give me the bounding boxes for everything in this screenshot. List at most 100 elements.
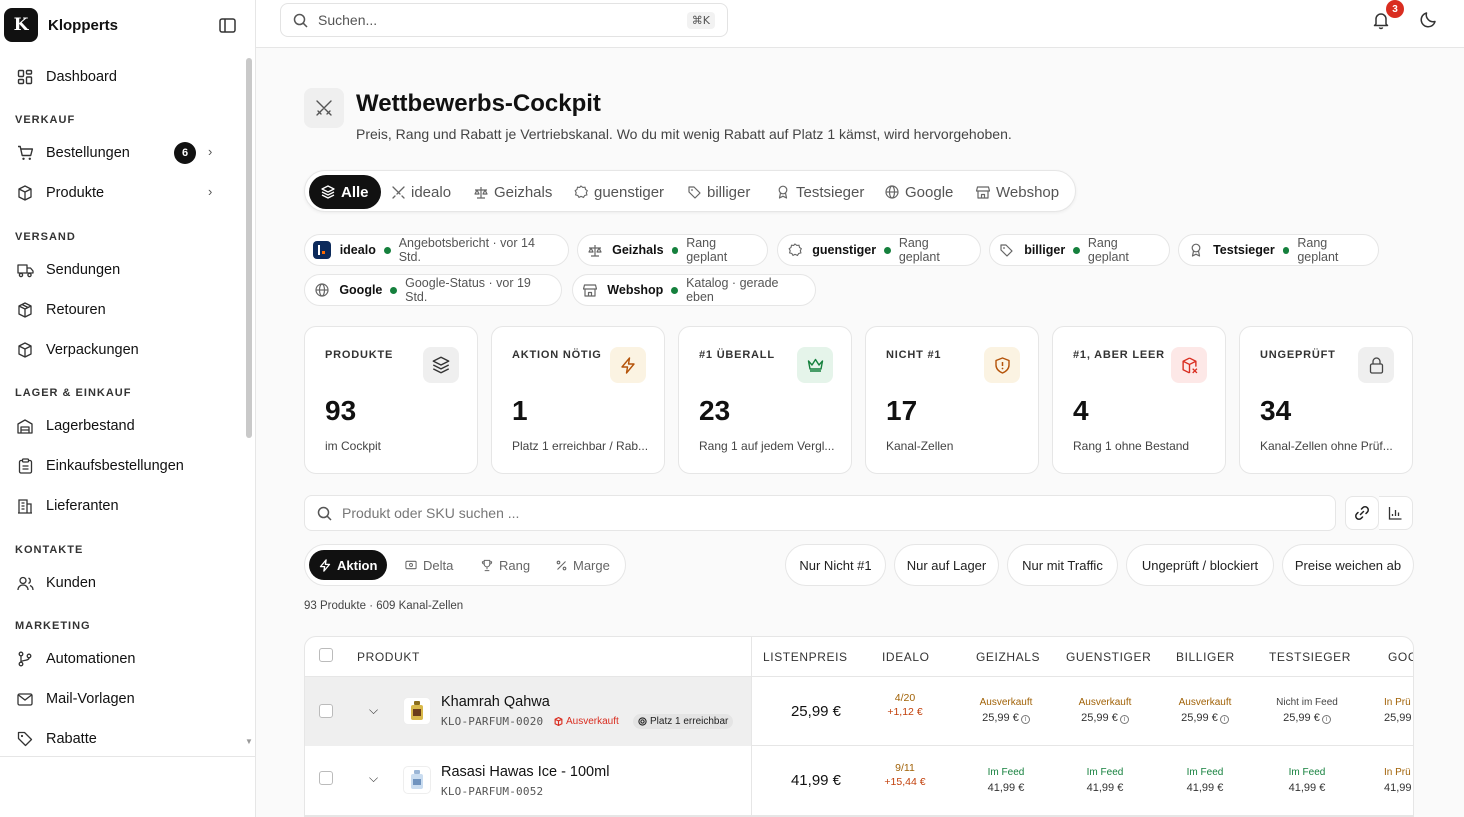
- sidebar-item-verpackungen[interactable]: Verpackungen: [4, 333, 232, 367]
- status-dot: [1282, 246, 1290, 254]
- filter-nur-auf-lager[interactable]: Nur auf Lager: [894, 544, 999, 586]
- tab-idealo[interactable]: idealo: [379, 175, 463, 209]
- chart-view-button[interactable]: [1379, 496, 1413, 530]
- sidebar-item-kunden[interactable]: Kunden: [4, 566, 232, 600]
- row-checkbox[interactable]: [319, 771, 333, 785]
- sidebar-scrollbar-thumb[interactable]: [246, 58, 252, 438]
- brand[interactable]: K Klopperts: [4, 8, 118, 42]
- page-icon: [304, 88, 344, 128]
- cell-testsieger[interactable]: Im Feed 41,99 €: [1262, 762, 1352, 794]
- sidebar-item-sendungen[interactable]: Sendungen: [4, 253, 232, 287]
- tab-geizhals[interactable]: Geizhals: [462, 175, 564, 209]
- mail-icon: [16, 690, 34, 708]
- chip-status: Rang geplant: [898, 236, 940, 264]
- cell-billiger[interactable]: Ausverkauft 25,99 € i: [1160, 692, 1250, 724]
- sidebar-item-einkaufsbestellungen[interactable]: Einkaufsbestellungen: [4, 449, 232, 483]
- column-header-produkt[interactable]: PRODUKT: [357, 650, 420, 664]
- link-button[interactable]: [1345, 496, 1379, 530]
- filter-ungeprueft-blockiert[interactable]: Ungeprüft / blockiert: [1126, 544, 1274, 586]
- theme-toggle-button[interactable]: [1420, 10, 1442, 32]
- chip-geizhals[interactable]: Geizhals Rang geplant: [577, 234, 768, 266]
- cell-google[interactable]: In Prü 41,99: [1384, 762, 1413, 794]
- cell-google[interactable]: In Prü 25,99: [1384, 692, 1413, 724]
- chevron-down-icon[interactable]: ⌵: [369, 771, 378, 786]
- cell-guenstiger[interactable]: Ausverkauft 25,99 € i: [1060, 692, 1150, 724]
- kpi-erster-ueberall[interactable]: #1 ÜBERALL 23 Rang 1 auf jedem Vergl...: [678, 326, 852, 474]
- chip-webshop[interactable]: Webshop Katalog · gerade eben: [572, 274, 816, 306]
- sidebar-item-produkte[interactable]: Produkte ›: [4, 176, 232, 210]
- sidebar-item-lieferanten[interactable]: Lieferanten: [4, 489, 232, 523]
- product-name[interactable]: Khamrah Qahwa: [441, 694, 550, 710]
- cell-billiger[interactable]: Im Feed 41,99 €: [1160, 762, 1250, 794]
- column-header-idealo[interactable]: IDEALO: [882, 650, 930, 664]
- kpi-aktion-noetig[interactable]: AKTION NÖTIG 1 Platz 1 erreichbar / Rab.…: [491, 326, 665, 474]
- kpi-erster-aber-leer[interactable]: #1, ABER LEER 4 Rang 1 ohne Bestand: [1052, 326, 1226, 474]
- info-icon[interactable]: i: [1321, 715, 1331, 724]
- filter-preise-weichen-ab[interactable]: Preise weichen ab: [1282, 544, 1414, 586]
- column-header-google[interactable]: GOC: [1388, 650, 1413, 664]
- table-row[interactable]: ⌵ Rasasi Hawas Ice - 100ml KLO-PARFUM-00…: [305, 747, 1413, 816]
- tab-guenstiger[interactable]: guenstiger: [562, 175, 676, 209]
- chip-testsieger[interactable]: Testsieger Rang geplant: [1178, 234, 1379, 266]
- product-search-input[interactable]: Produkt oder SKU suchen ...: [304, 495, 1336, 531]
- kpi-nicht-erster[interactable]: NICHT #1 17 Kanal-Zellen: [865, 326, 1039, 474]
- page-title: Wettbewerbs-Cockpit: [356, 90, 601, 117]
- chip-billiger[interactable]: billiger Rang geplant: [989, 234, 1170, 266]
- global-search-input[interactable]: Suchen... ⌘K: [280, 3, 728, 37]
- info-icon[interactable]: i: [1219, 715, 1229, 724]
- column-header-testsieger[interactable]: TESTSIEGER: [1269, 650, 1351, 664]
- chevron-down-icon[interactable]: ⌵: [369, 703, 378, 718]
- row-checkbox[interactable]: [319, 704, 333, 718]
- cell-idealo[interactable]: 4/20 +1,12 €: [860, 692, 950, 718]
- cell-idealo[interactable]: 9/11 +15,44 €: [860, 762, 950, 788]
- sidebar-item-dashboard[interactable]: Dashboard: [4, 60, 232, 94]
- lightning-icon: [610, 347, 646, 383]
- product-name[interactable]: Rasasi Hawas Ice - 100ml: [441, 764, 609, 780]
- sidebar-item-bestellungen[interactable]: Bestellungen 6 ›: [4, 136, 232, 170]
- table-row[interactable]: ⌵ Khamrah Qahwa KLO-PARFUM-0020 Ausverka…: [305, 677, 1413, 746]
- page-subtitle: Preis, Rang und Rabatt je Vertriebskanal…: [356, 126, 1012, 142]
- sidebar-item-lagerbestand[interactable]: Lagerbestand: [4, 409, 232, 443]
- channel-status: Nicht im Feed: [1276, 697, 1338, 708]
- info-icon[interactable]: i: [1119, 715, 1129, 724]
- tab-webshop[interactable]: Webshop: [964, 175, 1071, 209]
- column-header-guenstiger[interactable]: GUENSTIGER: [1066, 650, 1151, 664]
- kpi-ungeprueft[interactable]: UNGEPRÜFT 34 Kanal-Zellen ohne Prüf...: [1239, 326, 1413, 474]
- column-header-listenpreis[interactable]: LISTENPREIS: [763, 650, 848, 664]
- sort-delta[interactable]: Delta: [395, 550, 463, 580]
- scroll-down-icon[interactable]: ▼: [245, 737, 253, 746]
- tab-alle[interactable]: Alle: [309, 175, 381, 209]
- cell-geizhals[interactable]: Im Feed 41,99 €: [961, 762, 1051, 794]
- cell-geizhals[interactable]: Ausverkauft 25,99 € i: [961, 692, 1051, 724]
- sort-marge[interactable]: Marge: [545, 550, 620, 580]
- sidebar-item-automationen[interactable]: Automationen: [4, 642, 232, 676]
- select-all-checkbox[interactable]: [319, 648, 333, 662]
- sidebar-item-rabatte[interactable]: Rabatte: [4, 722, 232, 747]
- info-icon[interactable]: i: [1020, 715, 1030, 724]
- sidebar-item-label: Mail-Vorlagen: [46, 691, 135, 707]
- filter-nur-mit-traffic[interactable]: Nur mit Traffic: [1007, 544, 1118, 586]
- search-icon: [317, 506, 332, 521]
- column-header-geizhals[interactable]: GEIZHALS: [976, 650, 1040, 664]
- sort-aktion[interactable]: Aktion: [309, 550, 388, 580]
- tab-google[interactable]: Google: [873, 175, 965, 209]
- cell-testsieger[interactable]: Nicht im Feed 25,99 € i: [1262, 692, 1352, 724]
- cell-guenstiger[interactable]: Im Feed 41,99 €: [1060, 762, 1150, 794]
- shield-alert-icon: [984, 347, 1020, 383]
- tab-label: billiger: [707, 183, 751, 201]
- moon-icon: [1420, 12, 1436, 28]
- sidebar-toggle-button[interactable]: [217, 15, 237, 35]
- column-header-billiger[interactable]: BILLIGER: [1176, 650, 1235, 664]
- chip-idealo[interactable]: idealo Angebotsbericht · vor 14 Std.: [304, 234, 569, 266]
- chip-status: Rang geplant: [1087, 236, 1129, 264]
- chip-google[interactable]: Google Google-Status · vor 19 Std.: [304, 274, 562, 306]
- filter-nur-nicht-erster[interactable]: Nur Nicht #1: [785, 544, 886, 586]
- sort-rang[interactable]: Rang: [471, 550, 540, 580]
- kpi-produkte[interactable]: PRODUKTE 93 im Cockpit: [304, 326, 478, 474]
- tab-testsieger[interactable]: Testsieger: [764, 175, 876, 209]
- sidebar-item-mail-vorlagen[interactable]: Mail-Vorlagen: [4, 682, 232, 716]
- sidebar-item-retouren[interactable]: Retouren: [4, 293, 232, 327]
- chip-guenstiger[interactable]: guenstiger Rang geplant: [777, 234, 981, 266]
- idealo-rank: 4/20: [894, 692, 916, 704]
- tab-billiger[interactable]: billiger: [675, 175, 762, 209]
